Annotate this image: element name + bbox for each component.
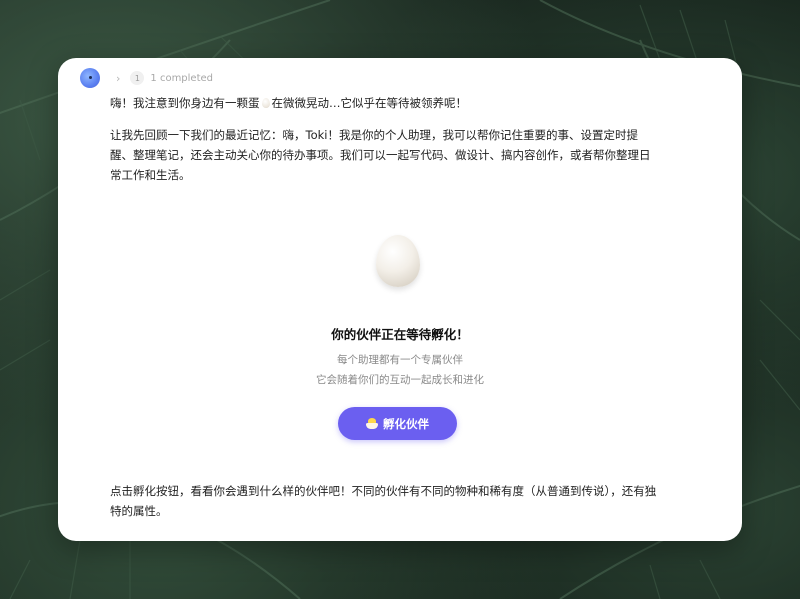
intro-line: 醒、整理笔记，还会主动关心你的待办事项。我们可以一起写代码、做设计、搞内容创作，… [110,148,651,162]
closing-paragraph: 点击孵化按钮，看看你会遇到什么样的伙伴吧！不同的伙伴有不同的物种和稀有度（从普通… [110,481,720,521]
step-count-badge: 1 [130,71,145,85]
hatch-title: 你的伙伴正在等待孵化！ [331,327,469,342]
egg-image [376,235,420,287]
egg-icon [261,98,270,108]
hatching-chick-icon [366,418,378,429]
hatch-subtitle: 它会随着你们的互动一起成长和进化 [316,374,484,386]
hatch-companion-button[interactable]: 孵化伙伴 [338,407,457,440]
assistant-avatar [80,68,100,88]
closing-line: 点击孵化按钮，看看你会遇到什么样的伙伴吧！不同的伙伴有不同的物种和稀有度（从普通… [110,484,657,498]
chevron-right-icon[interactable]: › [116,72,120,85]
intro-paragraph: 让我先回顾一下我们的最近记忆：嗨，Toki！我是你的个人助理，我可以帮你记住重要… [110,125,720,185]
completed-status[interactable]: 1 completed [150,73,213,84]
intro-line: 常工作和生活。 [110,168,191,182]
chat-message-card: › 1 1 completed 嗨！我注意到你身边有一颗蛋 在微微晃动…它似乎在等… [58,58,742,541]
message-header: › 1 1 completed [80,68,213,88]
closing-line: 特的属性。 [110,504,168,518]
hatch-subtitle: 每个助理都有一个专属伙伴 [337,354,463,366]
hatch-button-label: 孵化伙伴 [383,416,429,431]
intro-line: 让我先回顾一下我们的最近记忆：嗨，Toki！我是你的个人助理，我可以帮你记住重要… [110,128,638,142]
greeting-text-part2: 在微微晃动…它似乎在等待被领养呢！ [271,96,468,110]
greeting-paragraph: 嗨！我注意到你身边有一颗蛋 在微微晃动…它似乎在等待被领养呢！ [110,93,720,113]
greeting-text-part1: 嗨！我注意到你身边有一颗蛋 [110,96,260,110]
